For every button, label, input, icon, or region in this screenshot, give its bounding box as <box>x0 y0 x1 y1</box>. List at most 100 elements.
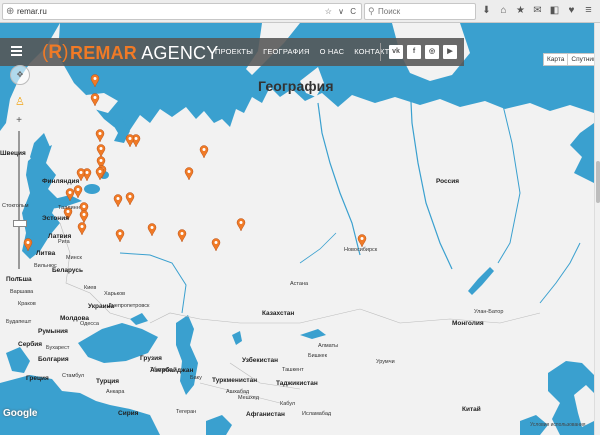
city-label-bishkek: Бишкек <box>308 353 328 359</box>
browser-search-input[interactable] <box>378 5 470 17</box>
map-pin-dot-8 <box>99 159 103 162</box>
city-label-tallinn: Таллинн <box>58 205 80 211</box>
city-label-kyiv: Киев <box>84 285 97 291</box>
google-logo: Google <box>3 408 38 419</box>
map-pin-dot-22 <box>118 232 122 235</box>
country-label-afghanistan: Афганистан <box>246 411 285 418</box>
pocket-icon[interactable]: ◧ <box>546 3 563 18</box>
logo-brand: REMAR <box>70 43 137 63</box>
facebook-icon[interactable]: f <box>407 45 421 59</box>
youtube-icon[interactable]: ▶ <box>443 45 457 59</box>
globe-icon: ⊕ <box>6 6 15 17</box>
map-pin-dot-11 <box>79 171 83 174</box>
city-label-budapest: Будапешт <box>6 319 32 325</box>
bookmark-star-icon[interactable]: ★ <box>512 3 529 18</box>
logo-agency: AGENCY <box>137 43 219 63</box>
map-pin-dot-4 <box>128 137 132 140</box>
menu-icon[interactable]: ≡ <box>580 3 597 18</box>
map-pin-dot-12 <box>98 170 102 173</box>
heart-icon[interactable]: ♥ <box>563 3 580 18</box>
country-label-romania: Румыния <box>38 328 68 335</box>
city-label-mashhad: Мешхед <box>238 395 259 401</box>
city-label-ulaanbaatar: Улан-Батор <box>474 309 504 315</box>
map-pin-dot-28 <box>26 241 30 244</box>
city-label-minsk: Минск <box>66 255 82 261</box>
country-label-russia: Россия <box>436 178 460 185</box>
map-pin-dot-5 <box>98 132 102 135</box>
nav-about[interactable]: О НАС <box>315 38 350 66</box>
street-view-pegman-icon[interactable]: ♙ <box>15 96 25 108</box>
city-label-tbilisi: Тбилиси <box>150 367 172 373</box>
country-label-greece: Греция <box>26 375 49 382</box>
city-label-islamabad: Исламабад <box>302 411 332 417</box>
nav-divider <box>380 43 381 61</box>
map-type-toggle: Карта Спутник <box>543 53 594 66</box>
country-label-sweden: Швеция <box>0 150 26 157</box>
city-label-vilnius: Вильнюс <box>34 263 57 269</box>
home-icon[interactable]: ⌂ <box>495 3 512 18</box>
vk-icon[interactable]: vk <box>389 45 403 59</box>
map-pin-dot-21 <box>80 225 84 228</box>
city-label-tashkent: Ташкент <box>282 367 304 373</box>
browser-tools: ⬇ ⌂ ★ ✉ ◧ ♥ ≡ <box>478 3 597 18</box>
map-pin-dot-7 <box>99 147 103 150</box>
country-label-serbia: Сербия <box>18 341 43 348</box>
browser-toolbar: ⊕ remar.ru ☆ ∨ C ⚲ ⬇ ⌂ ★ ✉ ◧ ♥ ≡ <box>0 0 600 23</box>
map-type-map-button[interactable]: Карта <box>544 54 569 65</box>
map-pin-dot-23 <box>150 226 154 229</box>
address-bar[interactable]: ⊕ remar.ru ☆ ∨ C <box>2 3 362 20</box>
map-pin-dot-1 <box>93 77 97 80</box>
city-label-astana: Астана <box>290 281 309 287</box>
city-label-bucharest: Бухарест <box>46 345 70 351</box>
pan-control-icon[interactable]: ✥ <box>10 65 30 85</box>
country-label-bulgaria: Болгария <box>38 356 69 363</box>
scrollbar-thumb[interactable] <box>596 161 600 203</box>
map-pin-dot-27 <box>360 237 364 240</box>
city-label-ankara: Анкара <box>106 389 125 395</box>
city-label-krakow: Краков <box>18 301 36 307</box>
page-scrollbar[interactable] <box>594 23 600 435</box>
city-label-riga: Рига <box>58 239 70 245</box>
city-label-baku: Баку <box>190 375 202 381</box>
map-pin-dot-25 <box>239 221 243 224</box>
city-label-warsaw: Варшава <box>10 289 34 295</box>
url-actions[interactable]: ☆ ∨ C <box>325 5 358 18</box>
map-terms-link[interactable]: Условия использования <box>530 422 586 428</box>
site-header: (R) REMAR AGENCY ПРОЕКТЫ ГЕОГРАФИЯ О НАС… <box>0 38 464 66</box>
city-label-tehran: Тегеран <box>176 409 197 415</box>
mail-icon[interactable]: ✉ <box>529 3 546 18</box>
country-label-syria: Сирия <box>118 410 139 417</box>
city-label-istanbul: Стамбул <box>62 373 85 379</box>
logo-mark[interactable]: (R) <box>42 42 68 63</box>
map-pin-dot-17 <box>82 213 86 216</box>
nav-geography[interactable]: ГЕОГРАФИЯ <box>258 38 315 66</box>
map-pin-dot-10 <box>85 171 89 174</box>
download-icon[interactable]: ⬇ <box>478 3 495 18</box>
search-icon: ⚲ <box>368 6 375 16</box>
nav-projects[interactable]: ПРОЕКТЫ <box>210 38 258 66</box>
main-nav: ПРОЕКТЫ ГЕОГРАФИЯ О НАС КОНТАКТЫ <box>210 38 401 66</box>
country-label-estonia: Эстония <box>42 215 70 222</box>
page-viewport: (R) REMAR AGENCY ПРОЕКТЫ ГЕОГРАФИЯ О НАС… <box>0 23 594 435</box>
country-label-china: Китай <box>462 406 481 413</box>
map-pin-dot-24 <box>180 232 184 235</box>
url-text[interactable]: remar.ru <box>17 5 47 18</box>
country-label-lithuania: Литва <box>36 250 56 257</box>
map-type-satellite-button[interactable]: Спутник <box>568 54 594 65</box>
map-pin-dot-6 <box>202 148 206 151</box>
country-label-tajikistan: Таджикистан <box>276 380 318 387</box>
map-pin-dot-19 <box>128 195 132 198</box>
map-pin-dot-3 <box>134 137 138 140</box>
country-label-kazakhstan: Казахстан <box>262 310 295 317</box>
instagram-icon[interactable]: ◎ <box>425 45 439 59</box>
logo-wordmark[interactable]: REMAR AGENCY <box>70 43 218 63</box>
lake-ladoga <box>84 184 100 194</box>
map-pin-dot-2 <box>93 96 97 99</box>
map-pin-dot-18 <box>116 197 120 200</box>
browser-search-box[interactable]: ⚲ <box>364 3 476 20</box>
hamburger-menu-icon[interactable] <box>11 46 22 57</box>
zoom-in-button[interactable]: + <box>14 116 24 126</box>
country-label-mongolia: Монголия <box>452 320 484 327</box>
map-pin-dot-26 <box>214 241 218 244</box>
zoom-slider-thumb[interactable] <box>13 220 27 227</box>
